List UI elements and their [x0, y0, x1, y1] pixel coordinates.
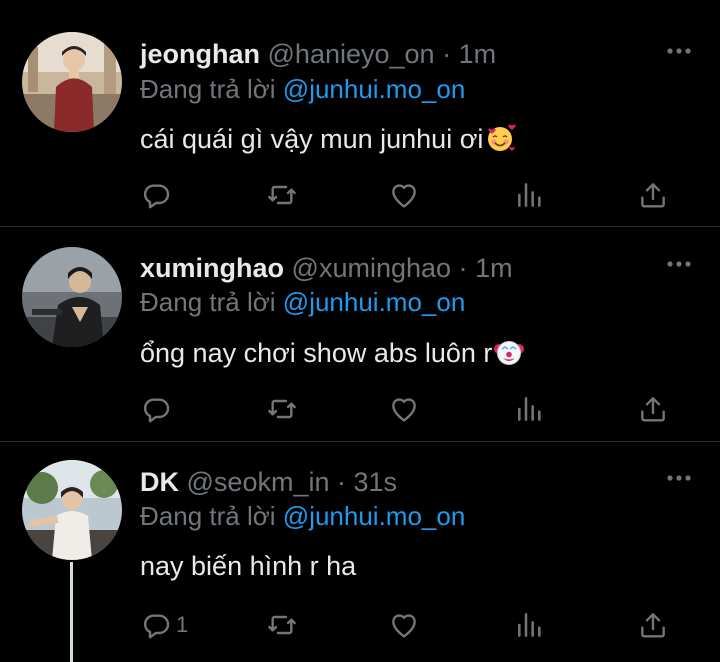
tweet-text-content: cái quái gì vậy mun junhui ơi — [140, 124, 484, 154]
retweet-button[interactable] — [266, 389, 298, 429]
views-button[interactable] — [514, 389, 546, 429]
timestamp[interactable]: 1m — [475, 253, 513, 283]
retweet-button[interactable] — [266, 605, 298, 645]
reply-button[interactable] — [140, 389, 176, 429]
smiling-face-with-hearts-icon — [484, 122, 517, 154]
tweet-header: xuminghao @xuminghao · 1m — [140, 253, 513, 283]
share-icon — [637, 179, 669, 211]
reply-mention-link[interactable]: @junhui.mo_on — [283, 501, 466, 531]
more-icon[interactable] — [665, 468, 693, 488]
tweet-text-content: ổng nay chơi show abs luôn r — [140, 338, 493, 368]
replying-to: Đang trả lời @junhui.mo_on — [140, 501, 465, 531]
avatar[interactable] — [22, 247, 122, 347]
reply-count: 1 — [176, 612, 189, 637]
tweet[interactable]: xuminghao @xuminghao · 1m Đang trả lời @… — [0, 227, 720, 442]
reply-icon — [140, 393, 172, 425]
separator: · — [337, 467, 346, 497]
retweet-icon — [266, 393, 298, 425]
reply-mention-link[interactable]: @junhui.mo_on — [283, 74, 466, 104]
views-icon — [514, 179, 546, 211]
reply-prefix: Đang trả lời — [140, 74, 276, 104]
reply-mention-link[interactable]: @junhui.mo_on — [283, 287, 466, 317]
reply-prefix: Đang trả lời — [140, 287, 276, 317]
tweet-actions: 1 — [140, 605, 680, 645]
tweet[interactable]: jeonghan @hanieyo_on · 1m Đang trả lời @… — [0, 0, 720, 227]
like-icon — [388, 609, 420, 641]
display-name[interactable]: xuminghao — [140, 253, 284, 283]
views-button[interactable] — [514, 175, 546, 215]
share-icon — [637, 393, 669, 425]
reply-button[interactable]: 1 — [140, 605, 188, 645]
reply-icon — [140, 179, 172, 211]
tweet[interactable]: DK @seokm_in · 31s Đang trả lời @junhui.… — [0, 442, 720, 662]
user-handle[interactable]: @seokm_in — [187, 467, 330, 497]
reply-prefix: Đang trả lời — [140, 501, 276, 531]
like-button[interactable] — [388, 175, 420, 215]
retweet-icon — [266, 609, 298, 641]
tweet-header: DK @seokm_in · 31s — [140, 467, 397, 497]
tweet-text: nay biến hình r ha — [140, 550, 356, 582]
avatar[interactable] — [22, 460, 122, 560]
timestamp[interactable]: 31s — [354, 467, 398, 497]
like-button[interactable] — [388, 389, 420, 429]
share-button[interactable] — [637, 389, 669, 429]
retweet-icon — [266, 179, 298, 211]
like-button[interactable] — [388, 605, 420, 645]
tweet-text: cái quái gì vậy mun junhui ơi — [140, 122, 517, 155]
user-handle[interactable]: @xuminghao — [292, 253, 452, 283]
share-button[interactable] — [637, 605, 669, 645]
views-icon — [514, 393, 546, 425]
share-button[interactable] — [637, 175, 669, 215]
views-icon — [514, 609, 546, 641]
retweet-button[interactable] — [266, 175, 298, 215]
separator: · — [458, 253, 468, 283]
reply-icon — [140, 609, 172, 641]
timestamp[interactable]: 1m — [459, 39, 497, 69]
display-name[interactable]: jeonghan — [140, 39, 260, 69]
tweet-text-content: nay biến hình r ha — [140, 551, 357, 581]
clown-face-icon — [493, 336, 525, 368]
replying-to: Đang trả lời @junhui.mo_on — [140, 74, 465, 104]
display-name[interactable]: DK — [140, 467, 179, 497]
tweet-text: ổng nay chơi show abs luôn r — [140, 336, 525, 369]
avatar[interactable] — [22, 32, 122, 132]
share-icon — [637, 609, 669, 641]
more-icon[interactable] — [665, 254, 693, 274]
like-icon — [388, 179, 420, 211]
thread-connector-line — [70, 562, 73, 662]
tweet-header: jeonghan @hanieyo_on · 1m — [140, 39, 496, 69]
tweet-actions — [140, 389, 680, 429]
separator: · — [442, 39, 452, 69]
more-icon[interactable] — [665, 41, 693, 61]
like-icon — [388, 393, 420, 425]
reply-button[interactable] — [140, 175, 176, 215]
replying-to: Đang trả lời @junhui.mo_on — [140, 287, 465, 317]
tweet-actions — [140, 175, 680, 215]
user-handle[interactable]: @hanieyo_on — [268, 39, 435, 69]
views-button[interactable] — [514, 605, 546, 645]
